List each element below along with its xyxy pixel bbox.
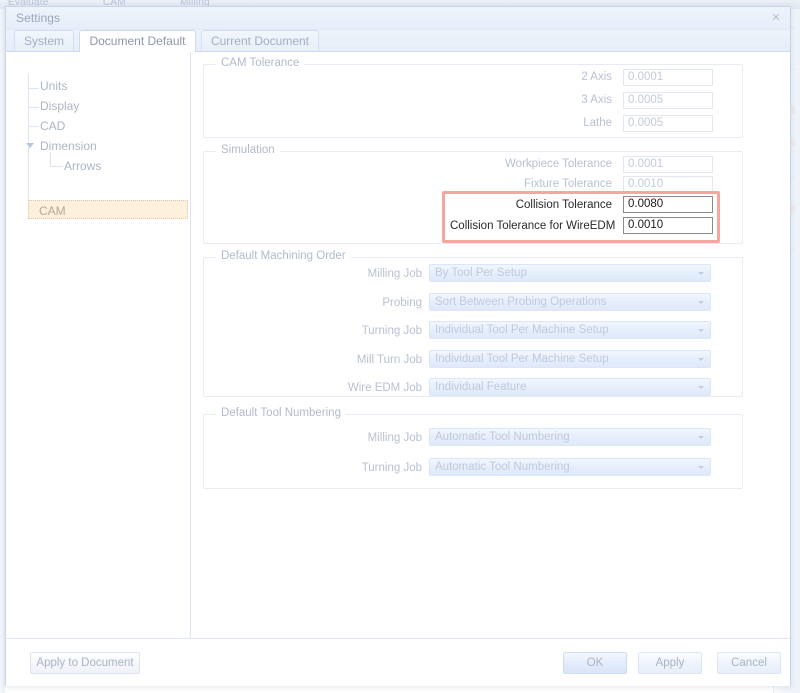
input-lathe[interactable]: 0.0005 (623, 115, 713, 132)
group-title: Default Machining Order (216, 250, 351, 262)
dropdown-turning-job-order[interactable]: Individual Tool Per Machine Setup (429, 321, 711, 339)
sidebar-item-label: CAD (40, 119, 66, 133)
sidebar-item-label: CAM (39, 204, 66, 218)
dropdown-milling-job-numbering[interactable]: Automatic Tool Numbering (429, 428, 711, 446)
sidebar-item-label: Arrows (64, 159, 102, 173)
settings-tabstrip: System Document Default Current Document (6, 30, 790, 52)
sidebar-item-label: Display (40, 99, 80, 113)
dropdown-value: Automatic Tool Numbering (435, 461, 570, 473)
sidebar-item-cad[interactable]: CAD (38, 116, 178, 136)
sidebar-item-display[interactable]: Display (38, 96, 178, 116)
label-turning-job-numbering: Turning Job (361, 462, 422, 474)
dropdown-value: Individual Tool Per Machine Setup (435, 353, 609, 365)
settings-content-pane: CAM Tolerance 2 Axis 0.0001 3 Axis 0.000… (192, 52, 790, 638)
chevron-down-icon (698, 329, 704, 332)
label-collision-tolerance-wireedm: Collision Tolerance for WireEDM (450, 220, 616, 232)
dropdown-value: Sort Between Probing Operations (435, 296, 607, 308)
dialog-title: Settings (16, 11, 61, 25)
tab-document-default[interactable]: Document Default (79, 30, 196, 52)
group-title: Simulation (216, 144, 280, 156)
label-collision-tolerance: Collision Tolerance (515, 199, 612, 211)
group-title: Default Tool Numbering (216, 407, 346, 419)
label-2-axis: 2 Axis (581, 71, 612, 83)
input-fixture-tolerance[interactable]: 0.0010 (623, 176, 713, 193)
dropdown-milling-job-order[interactable]: By Tool Per Setup (429, 264, 711, 282)
sidebar-item-arrows[interactable]: Arrows (62, 156, 182, 176)
chevron-down-icon (698, 466, 704, 469)
sidebar-item-label: Dimension (40, 139, 97, 153)
group-title: CAM Tolerance (216, 57, 305, 69)
dropdown-value: By Tool Per Setup (435, 267, 527, 279)
label-workpiece-tolerance: Workpiece Tolerance (505, 158, 612, 170)
dropdown-mill-turn-job-order[interactable]: Individual Tool Per Machine Setup (429, 350, 711, 368)
label-milling-job-order: Milling Job (367, 268, 422, 280)
label-mill-turn-job-order: Mill Turn Job (356, 354, 422, 366)
dialog-titlebar: Settings ✕ (6, 7, 790, 30)
dropdown-wire-edm-job-order[interactable]: Individual Feature (429, 378, 711, 396)
label-lathe: Lathe (583, 117, 612, 129)
input-collision-tolerance-wireedm[interactable]: 0.0010 (623, 217, 713, 234)
apply-to-document-button[interactable]: Apply to Document (30, 652, 140, 674)
tree-line (28, 145, 39, 208)
settings-tree: Units Display CAD Dimension Arrows CAM (6, 52, 191, 638)
input-workpiece-tolerance[interactable]: 0.0001 (623, 156, 713, 173)
label-turning-job-order: Turning Job (361, 325, 422, 337)
dialog-body: Units Display CAD Dimension Arrows CAM C… (6, 52, 790, 638)
sidebar-item-label: Units (40, 79, 68, 93)
label-wire-edm-job-order: Wire EDM Job (347, 382, 422, 394)
tab-current-document[interactable]: Current Document (200, 30, 320, 51)
group-default-tool-numbering: Default Tool Numbering (203, 407, 743, 489)
label-fixture-tolerance: Fixture Tolerance (524, 178, 612, 190)
chevron-down-icon (698, 301, 704, 304)
chevron-down-icon (698, 358, 704, 361)
label-probing-order: Probing (382, 297, 422, 309)
close-icon[interactable]: ✕ (768, 10, 784, 26)
input-2-axis[interactable]: 0.0001 (623, 69, 713, 86)
dropdown-turning-job-numbering[interactable]: Automatic Tool Numbering (429, 458, 711, 476)
dropdown-value: Automatic Tool Numbering (435, 431, 570, 443)
dropdown-value: Individual Tool Per Machine Setup (435, 324, 609, 336)
input-3-axis[interactable]: 0.0005 (623, 92, 713, 109)
chevron-down-icon (698, 272, 704, 275)
cancel-button[interactable]: Cancel (717, 652, 781, 674)
dialog-footer: Apply to Document OK Apply Cancel (6, 638, 790, 686)
sidebar-item-cam[interactable]: CAM (28, 200, 188, 219)
chevron-down-icon (698, 386, 704, 389)
chevron-down-icon (698, 436, 704, 439)
label-3-axis: 3 Axis (581, 94, 612, 106)
input-collision-tolerance[interactable]: 0.0080 (623, 196, 713, 213)
settings-dialog: Settings ✕ System Document Default Curre… (5, 6, 791, 686)
ok-button[interactable]: OK (563, 652, 627, 674)
dropdown-probing-order[interactable]: Sort Between Probing Operations (429, 293, 711, 311)
label-milling-job-numbering: Milling Job (367, 432, 422, 444)
dropdown-value: Individual Feature (435, 381, 527, 393)
sidebar-item-units[interactable]: Units (38, 76, 178, 96)
tab-system[interactable]: System (14, 30, 75, 51)
apply-button[interactable]: Apply (638, 652, 702, 674)
